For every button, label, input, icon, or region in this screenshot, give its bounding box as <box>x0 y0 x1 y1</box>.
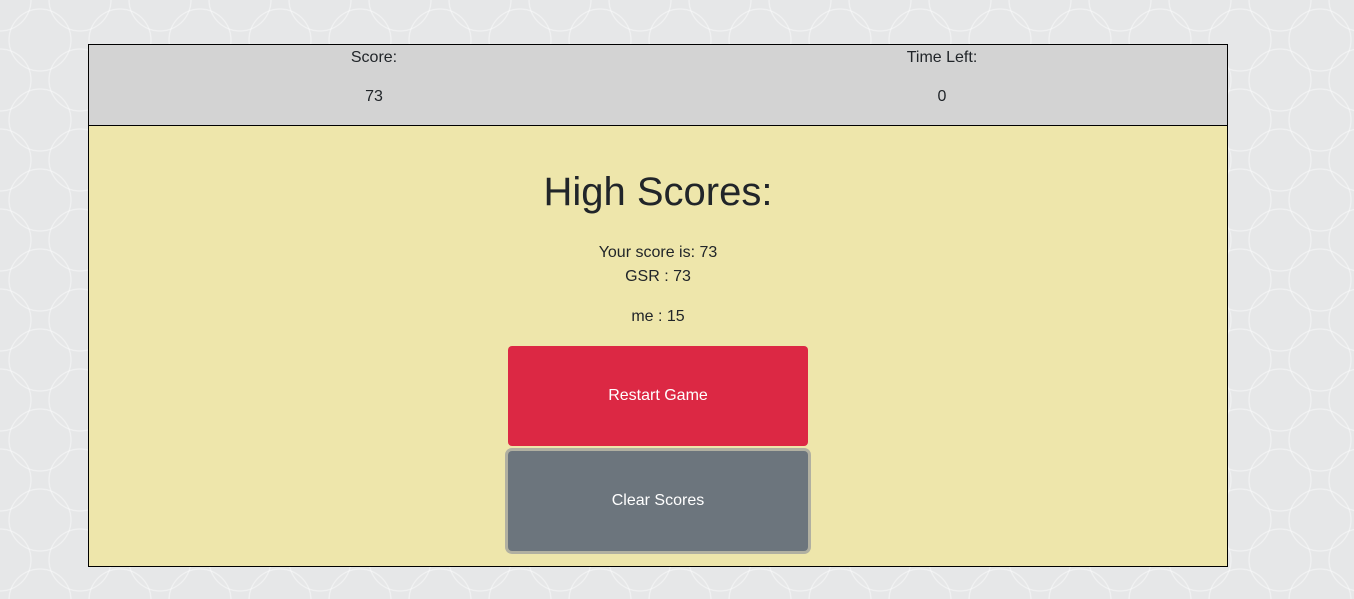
restart-game-button[interactable]: Restart Game <box>508 346 808 446</box>
time-left-value: 0 <box>937 88 947 105</box>
high-score-entry: GSR : 73 <box>625 268 691 285</box>
score-label: Score: <box>350 49 398 66</box>
score-value: 73 <box>365 88 383 105</box>
page-title: High Scores: <box>543 170 773 214</box>
time-left-label: Time Left: <box>906 49 978 66</box>
high-score-entry: me : 15 <box>631 308 685 325</box>
status-bar: Score: 73 Time Left: 0 <box>89 45 1227 126</box>
game-container: Score: 73 Time Left: 0 High Scores: Your… <box>88 44 1228 567</box>
clear-scores-button[interactable]: Clear Scores <box>508 451 808 551</box>
high-scores-panel: High Scores: Your score is: 73 GSR : 73 … <box>89 126 1227 566</box>
your-score-text: Your score is: 73 <box>598 244 718 261</box>
